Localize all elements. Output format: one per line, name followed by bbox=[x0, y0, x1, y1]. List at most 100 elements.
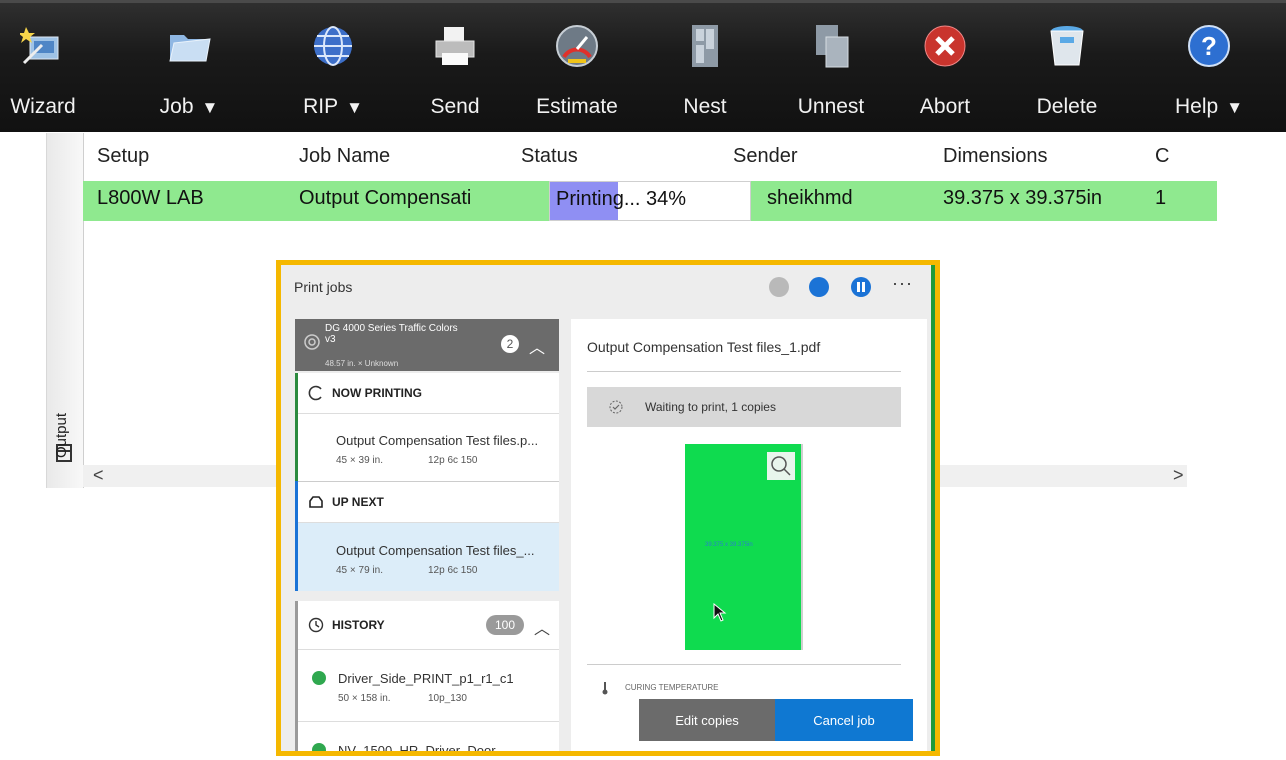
job-name: Driver_Side_PRINT_p1_r1_c1 bbox=[338, 671, 514, 686]
curing-temperature-label: CURING TEMPERATURE bbox=[625, 683, 719, 692]
history-heading: HISTORY bbox=[332, 618, 385, 632]
job-resolution: 12p 6c 150 bbox=[428, 455, 478, 466]
unnest-button[interactable]: Unnest bbox=[776, 3, 886, 133]
job-caret-icon: ▼ bbox=[201, 98, 219, 117]
unnest-icon bbox=[816, 25, 849, 68]
job-resolution: 12p 6c 150 bbox=[428, 565, 478, 576]
main-toolbar: Wizard Job ▼ RIP ▼ Send Estimate Nest Un… bbox=[0, 0, 1286, 132]
nest-icon bbox=[692, 25, 718, 67]
nest-label: Nest bbox=[683, 95, 727, 118]
job-dimensions: 45 × 39 in. bbox=[336, 455, 383, 466]
success-check-icon bbox=[312, 743, 326, 751]
now-printing-section: NOW PRINTING Output Compensation Test fi… bbox=[295, 373, 559, 481]
rip-menu-button[interactable]: RIP ▼ bbox=[278, 3, 388, 133]
printer-header[interactable]: DG 4000 Series Traffic Colors v3 48.57 i… bbox=[295, 319, 559, 371]
table-row[interactable]: L800W LAB Output Compensati Printing... … bbox=[83, 181, 1217, 221]
send-button[interactable]: Send bbox=[400, 3, 510, 133]
chevron-up-icon[interactable]: ︿ bbox=[529, 334, 545, 358]
output-tab[interactable]: Output bbox=[47, 133, 84, 488]
job-detail-panel: Output Compensation Test files_1.pdf Wai… bbox=[571, 319, 927, 751]
estimate-label: Estimate bbox=[536, 95, 618, 118]
magnifier-icon bbox=[771, 456, 791, 476]
folder-icon bbox=[169, 35, 211, 62]
rip-caret-icon: ▼ bbox=[346, 98, 363, 117]
edit-copies-button[interactable]: Edit copies bbox=[639, 699, 775, 741]
help-icon: ? bbox=[1188, 25, 1230, 67]
job-dimensions: 50 × 158 in. bbox=[338, 693, 391, 704]
job-dimensions: 45 × 79 in. bbox=[336, 565, 383, 576]
waiting-check-icon bbox=[609, 400, 623, 414]
cell-job-name: Output Compensati bbox=[299, 187, 472, 209]
queue-count-badge: 2 bbox=[501, 335, 519, 353]
job-preview[interactable]: 39.375 x 39.375in bbox=[685, 444, 801, 650]
job-status-bar: Waiting to print, 1 copies bbox=[587, 387, 901, 427]
printer-name-line2: v3 bbox=[325, 334, 336, 345]
send-label: Send bbox=[430, 95, 480, 118]
print-jobs-dialog: Print jobs ··· DG 4000 Series Traffic Co… bbox=[276, 260, 940, 756]
printer-status-icon bbox=[304, 334, 320, 350]
cell-copies: 1 bbox=[1155, 187, 1167, 209]
column-status[interactable]: Status bbox=[521, 145, 578, 168]
trash-icon bbox=[1050, 26, 1084, 66]
list-item[interactable]: NV_1500_HR_Driver_Door bbox=[298, 723, 559, 751]
divider bbox=[587, 664, 901, 665]
wizard-label: Wizard bbox=[10, 95, 76, 118]
nest-button[interactable]: Nest bbox=[650, 3, 760, 133]
column-dimensions[interactable]: Dimensions bbox=[943, 145, 1047, 168]
help-menu-button[interactable]: ? Help ▼ bbox=[1154, 3, 1264, 133]
divider bbox=[587, 371, 901, 372]
column-setup[interactable]: Setup bbox=[97, 145, 149, 168]
job-label: Job bbox=[159, 95, 194, 118]
preview-size-label: 39.375 x 39.375in bbox=[705, 542, 753, 548]
column-copies[interactable]: C bbox=[1155, 145, 1169, 168]
queue-icon[interactable] bbox=[809, 277, 829, 297]
column-job-name[interactable]: Job Name bbox=[299, 145, 390, 168]
job-queue-column: DG 4000 Series Traffic Colors v3 48.57 i… bbox=[295, 319, 559, 751]
dialog-title: Print jobs bbox=[294, 279, 353, 295]
up-next-heading: UP NEXT bbox=[332, 495, 384, 509]
cell-status: Printing... 34% bbox=[549, 181, 751, 221]
thermometer-icon bbox=[602, 682, 608, 695]
abort-icon bbox=[924, 25, 966, 67]
list-item[interactable]: Output Compensation Test files_... 45 × … bbox=[298, 523, 559, 591]
up-next-section: UP NEXT Output Compensation Test files_.… bbox=[295, 481, 559, 591]
now-printing-header: NOW PRINTING bbox=[298, 373, 559, 414]
wizard-button[interactable]: Wizard bbox=[0, 3, 98, 133]
printer-media: 48.57 in. × Unknown bbox=[325, 359, 399, 368]
history-header[interactable]: HISTORY 100 ︿ bbox=[298, 601, 559, 650]
job-menu-button[interactable]: Job ▼ bbox=[134, 3, 244, 133]
abort-label: Abort bbox=[919, 95, 971, 118]
job-name: Output Compensation Test files.p... bbox=[336, 433, 539, 448]
preview-edge bbox=[801, 444, 803, 650]
tray-icon bbox=[309, 496, 323, 508]
more-options-icon[interactable]: ··· bbox=[892, 273, 913, 294]
scroll-right-icon[interactable]: > bbox=[1173, 465, 1184, 486]
column-sender[interactable]: Sender bbox=[733, 145, 798, 168]
info-icon[interactable] bbox=[769, 277, 789, 297]
history-section: HISTORY 100 ︿ Driver_Side_PRINT_p1_r1_c1… bbox=[295, 601, 559, 751]
detail-file-name: Output Compensation Test files_1.pdf bbox=[587, 339, 821, 355]
scroll-left-icon[interactable]: < bbox=[93, 465, 104, 486]
cancel-job-button[interactable]: Cancel job bbox=[775, 699, 913, 741]
success-check-icon bbox=[312, 671, 326, 685]
dialog-edge bbox=[931, 265, 935, 751]
printer-name: DG 4000 Series Traffic Colors v3 bbox=[325, 323, 458, 345]
estimate-button[interactable]: Estimate bbox=[522, 3, 632, 133]
svg-text:?: ? bbox=[1201, 31, 1217, 61]
status-text: Printing... 34% bbox=[556, 188, 687, 210]
abort-button[interactable]: Abort bbox=[890, 3, 1000, 133]
chevron-up-icon[interactable]: ︿ bbox=[534, 615, 550, 639]
zoom-button[interactable] bbox=[767, 452, 795, 480]
mouse-cursor-icon bbox=[713, 603, 727, 622]
delete-button[interactable]: Delete bbox=[1012, 3, 1122, 133]
help-label: Help bbox=[1174, 95, 1219, 118]
output-tab-label: Output bbox=[53, 412, 70, 458]
gauge-icon bbox=[556, 25, 598, 67]
list-item[interactable]: Driver_Side_PRINT_p1_r1_c1 50 × 158 in. … bbox=[298, 651, 559, 722]
cell-dimensions: 39.375 x 39.375in bbox=[943, 187, 1103, 209]
history-icon bbox=[308, 617, 324, 633]
pause-icon[interactable] bbox=[851, 277, 871, 297]
list-item[interactable]: Output Compensation Test files.p... 45 ×… bbox=[298, 413, 559, 481]
spinner-icon bbox=[308, 385, 322, 401]
wizard-icon bbox=[20, 27, 59, 65]
